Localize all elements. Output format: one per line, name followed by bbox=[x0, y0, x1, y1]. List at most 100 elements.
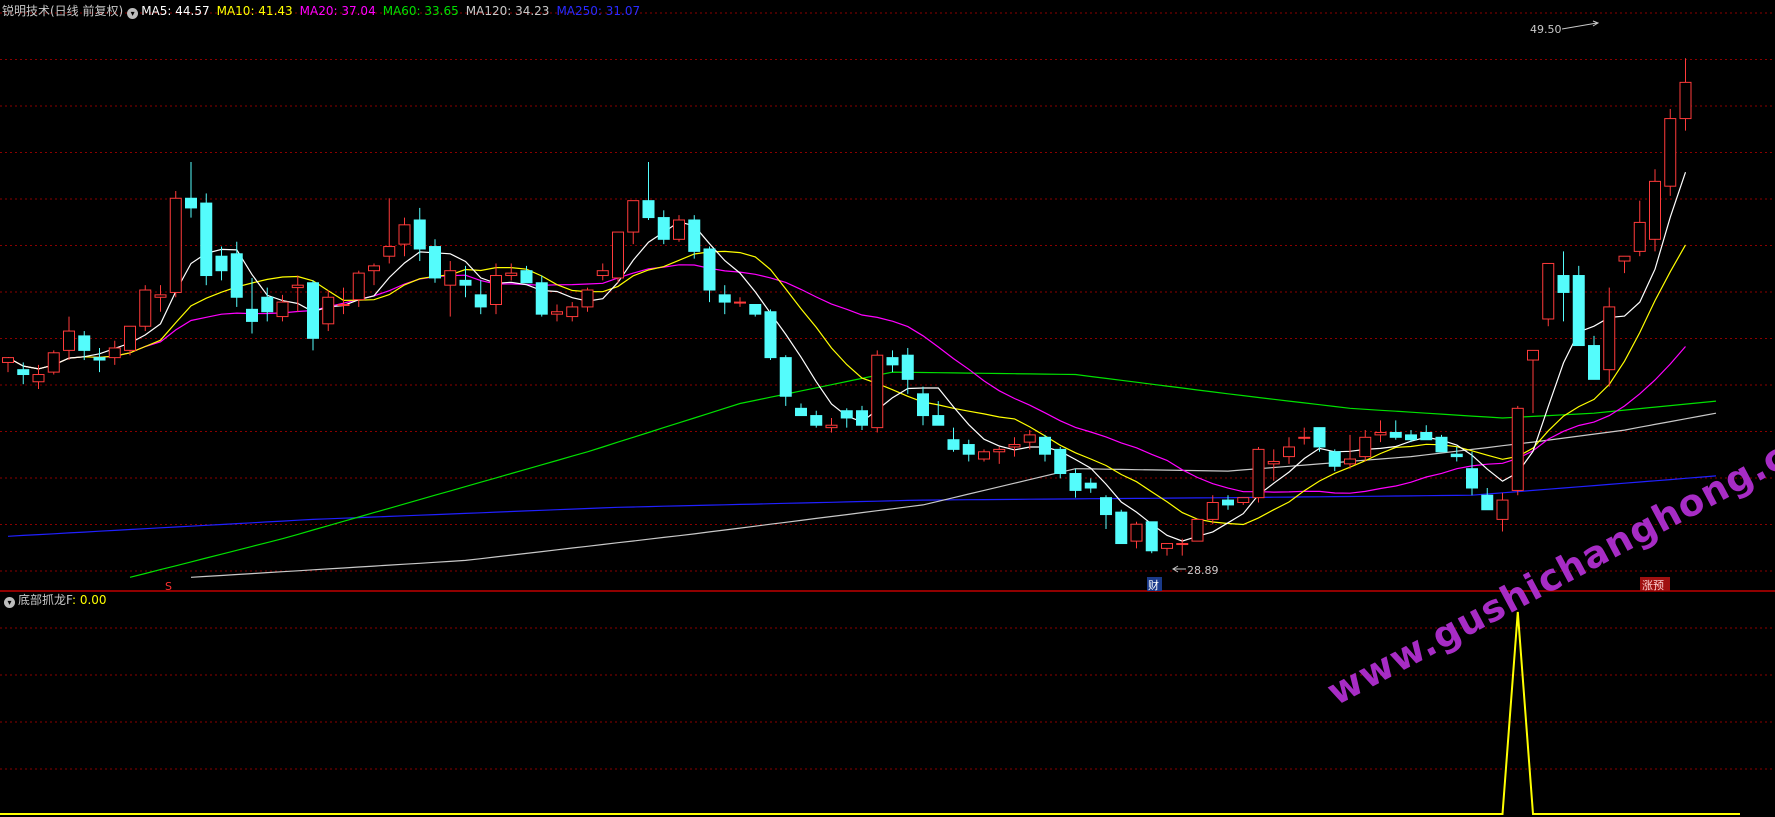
candle-down[interactable] bbox=[947, 439, 960, 450]
candle-up[interactable] bbox=[871, 354, 884, 429]
candle-down[interactable] bbox=[962, 444, 975, 455]
candle-down[interactable] bbox=[1389, 431, 1402, 438]
candle-up[interactable] bbox=[444, 270, 457, 286]
candle-up[interactable] bbox=[291, 284, 304, 289]
candle-up[interactable] bbox=[825, 424, 838, 429]
candle-down[interactable] bbox=[520, 270, 533, 284]
candle-down[interactable] bbox=[1328, 451, 1341, 467]
candle-up[interactable] bbox=[108, 347, 121, 359]
candle-down[interactable] bbox=[1572, 275, 1585, 347]
candle-down[interactable] bbox=[886, 357, 899, 366]
candle-down[interactable] bbox=[917, 393, 929, 417]
candle-down[interactable] bbox=[1420, 431, 1433, 441]
candle-up[interactable] bbox=[1298, 436, 1311, 439]
candle-up[interactable] bbox=[1603, 306, 1616, 371]
candle-up[interactable] bbox=[322, 296, 335, 325]
candle-up[interactable] bbox=[139, 289, 152, 327]
candle-down[interactable] bbox=[1145, 521, 1158, 552]
candle-up[interactable] bbox=[32, 374, 45, 383]
candle-up[interactable] bbox=[1237, 497, 1250, 503]
candle-up[interactable] bbox=[612, 231, 624, 279]
candle-up[interactable] bbox=[1679, 81, 1692, 120]
candle-down[interactable] bbox=[1084, 482, 1097, 489]
candle-down[interactable] bbox=[932, 415, 945, 426]
candle-down[interactable] bbox=[901, 354, 914, 380]
candle-down[interactable] bbox=[1450, 453, 1463, 458]
candle-up[interactable] bbox=[1496, 499, 1509, 520]
candle-down[interactable] bbox=[230, 253, 243, 298]
candle-up[interactable] bbox=[1618, 255, 1631, 262]
candle-up[interactable] bbox=[1130, 523, 1143, 542]
candle-down[interactable] bbox=[703, 248, 716, 291]
candle-down[interactable] bbox=[856, 410, 868, 426]
candle-up[interactable] bbox=[627, 200, 640, 233]
candle-down[interactable] bbox=[657, 217, 670, 240]
candle-up[interactable] bbox=[1664, 118, 1677, 187]
candle-up[interactable] bbox=[63, 330, 75, 351]
candle-down[interactable] bbox=[459, 279, 472, 286]
candle-up[interactable] bbox=[581, 289, 594, 308]
candle-up[interactable] bbox=[551, 311, 563, 315]
candle-up[interactable] bbox=[1267, 460, 1280, 465]
candle-up[interactable] bbox=[1008, 444, 1021, 448]
candle-down[interactable] bbox=[17, 369, 30, 376]
candle-down[interactable] bbox=[185, 197, 197, 209]
candle-down[interactable] bbox=[1115, 511, 1128, 545]
candle-up[interactable] bbox=[978, 451, 990, 460]
candle-down[interactable] bbox=[215, 255, 228, 272]
candle-up[interactable] bbox=[993, 448, 1006, 453]
candle-down[interactable] bbox=[764, 311, 777, 359]
candle-up[interactable] bbox=[1191, 518, 1204, 542]
candle-down[interactable] bbox=[307, 282, 319, 339]
candle-up[interactable] bbox=[1252, 448, 1265, 499]
signal-marker-s[interactable]: S bbox=[165, 580, 172, 593]
candle-up[interactable] bbox=[1542, 262, 1555, 320]
circle-down-icon[interactable]: ▾ bbox=[4, 597, 15, 608]
candle-up[interactable] bbox=[490, 275, 502, 305]
candle-down[interactable] bbox=[810, 415, 823, 426]
candle-down[interactable] bbox=[1222, 499, 1234, 506]
candle-down[interactable] bbox=[1557, 275, 1570, 293]
candle-down[interactable] bbox=[779, 357, 792, 397]
candle-down[interactable] bbox=[1405, 434, 1417, 441]
candle-down[interactable] bbox=[1069, 473, 1082, 491]
candle-up[interactable] bbox=[398, 224, 411, 245]
candle-down[interactable] bbox=[1054, 448, 1067, 475]
candle-up[interactable] bbox=[566, 306, 579, 318]
candle-up[interactable] bbox=[1176, 543, 1189, 546]
candle-up[interactable] bbox=[1023, 434, 1036, 443]
candle-up[interactable] bbox=[1374, 431, 1387, 436]
candle-up[interactable] bbox=[734, 301, 746, 304]
candle-up[interactable] bbox=[352, 272, 365, 301]
candle-down[interactable] bbox=[688, 219, 701, 252]
candle-up[interactable] bbox=[1511, 407, 1524, 491]
candle-up[interactable] bbox=[124, 325, 136, 351]
circle-down-icon[interactable]: ▾ bbox=[127, 8, 139, 19]
candlestick-layer[interactable] bbox=[2, 58, 1692, 556]
candle-up[interactable] bbox=[1359, 436, 1372, 458]
candle-down[interactable] bbox=[1481, 494, 1494, 511]
chart-canvas[interactable]: 49.50 28.89 S 财 涨预 bbox=[0, 0, 1775, 817]
candle-down[interactable] bbox=[642, 200, 655, 219]
candle-up[interactable] bbox=[1161, 543, 1173, 549]
candle-up[interactable] bbox=[1206, 501, 1219, 520]
candle-down[interactable] bbox=[535, 282, 548, 315]
candle-down[interactable] bbox=[246, 308, 258, 322]
candle-down[interactable] bbox=[1313, 427, 1326, 448]
candle-down[interactable] bbox=[749, 304, 762, 315]
candle-down[interactable] bbox=[200, 202, 213, 277]
candle-up[interactable] bbox=[505, 272, 518, 277]
candle-down[interactable] bbox=[1435, 436, 1448, 453]
candle-up[interactable] bbox=[337, 304, 350, 306]
candle-down[interactable] bbox=[795, 407, 807, 417]
candle-down[interactable] bbox=[93, 357, 106, 361]
candle-up[interactable] bbox=[1633, 221, 1646, 252]
candle-up[interactable] bbox=[2, 357, 14, 363]
candle-up[interactable] bbox=[154, 294, 167, 298]
candle-down[interactable] bbox=[261, 296, 274, 313]
candle-down[interactable] bbox=[1039, 436, 1051, 455]
candle-down[interactable] bbox=[413, 219, 426, 250]
candle-up[interactable] bbox=[276, 301, 289, 318]
candle-up[interactable] bbox=[1649, 180, 1661, 240]
candle-down[interactable] bbox=[840, 410, 853, 419]
